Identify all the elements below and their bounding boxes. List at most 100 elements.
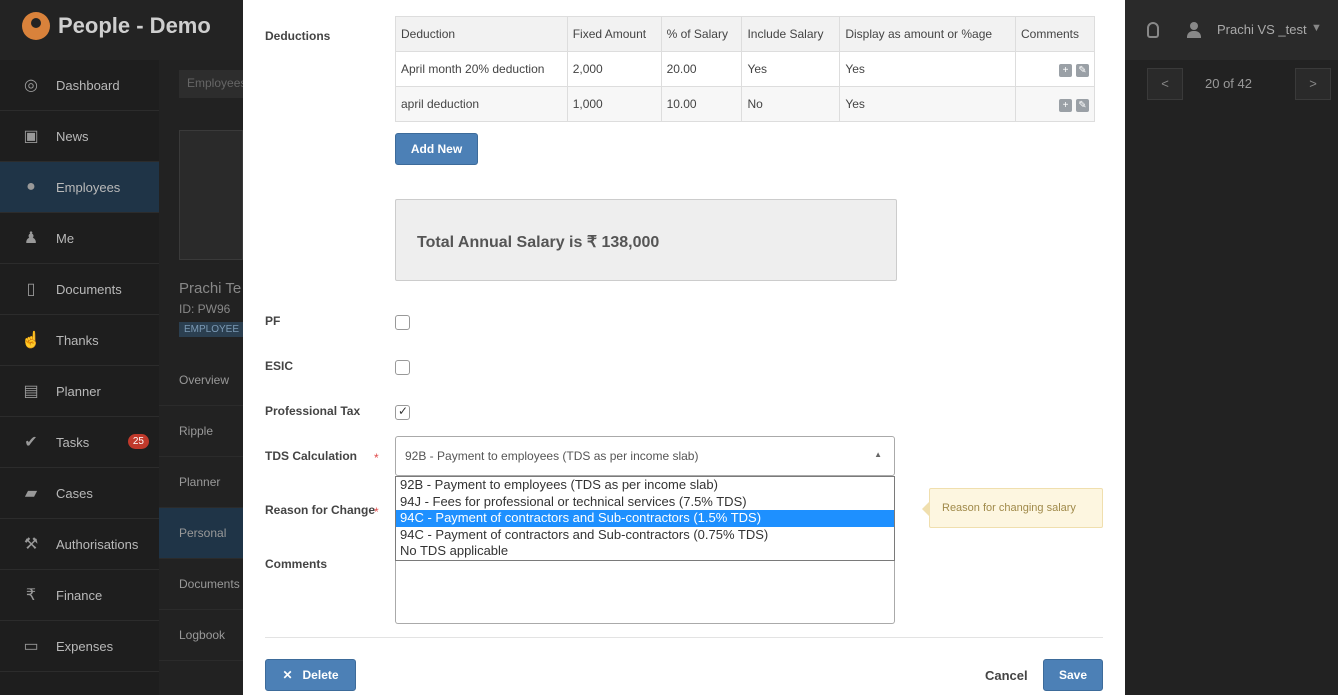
delete-button[interactable]: ✕ Delete: [265, 659, 356, 691]
table-cell: 20.00: [660, 51, 743, 87]
sidebar-item-expenses[interactable]: ▭ Expenses: [0, 621, 159, 672]
column-header: Deduction: [395, 16, 568, 52]
cancel-button[interactable]: Cancel: [985, 668, 1028, 683]
table-cell: 2,000: [566, 51, 662, 87]
app-logo[interactable]: People - Demo: [22, 12, 211, 40]
gavel-icon: ⚒: [23, 536, 39, 553]
required-marker: *: [374, 451, 379, 465]
professional-tax-label: Professional Tax: [265, 404, 361, 418]
lightbulb-icon[interactable]: [1147, 22, 1159, 38]
sidebar-item-label: Thanks: [56, 332, 99, 348]
check-icon: ✔: [24, 434, 38, 451]
profile-tab-documents[interactable]: Documents: [159, 559, 243, 610]
table-row: April month 20% deduction 2,000 20.00 Ye…: [395, 51, 1096, 87]
salary-modal: Deductions Deduction Fixed Amount % of S…: [243, 0, 1125, 695]
tds-calculation-label: TDS Calculation: [265, 449, 358, 463]
save-button[interactable]: Save: [1043, 659, 1103, 691]
sidebar-item-label: Tasks: [56, 434, 90, 450]
record-pager: < 20 of 42 >: [1125, 68, 1338, 100]
total-salary-text: Total Annual Salary is ₹ 138,000: [417, 234, 660, 251]
column-header: Include Salary: [741, 16, 841, 52]
comments-cell: + ✎: [1014, 51, 1096, 87]
column-header: Comments: [1014, 16, 1096, 52]
deductions-label: Deductions: [265, 29, 331, 43]
table-cell: Yes: [741, 51, 841, 87]
sidebar-item-news[interactable]: ▣ News: [0, 111, 159, 162]
reason-for-change-label: Reason for Change: [265, 503, 376, 517]
divider: [265, 637, 1103, 638]
tds-select[interactable]: 92B - Payment to employees (TDS as per i…: [395, 436, 895, 476]
user-name[interactable]: Prachi VS _test: [1217, 22, 1307, 37]
sidebar-item-me[interactable]: ♟ Me: [0, 213, 159, 264]
sidebar-item-label: Documents: [56, 281, 122, 297]
breadcrumb[interactable]: Employees: [179, 70, 243, 98]
column-header: Display as amount or %age: [839, 16, 1016, 52]
sidebar-item-label: Expenses: [56, 638, 114, 654]
close-icon: ✕: [282, 668, 293, 682]
sidebar-item-label: Dashboard: [56, 77, 120, 93]
sidebar-item-label: Me: [56, 230, 75, 246]
record-position: 20 of 42: [1205, 76, 1252, 91]
next-record-button[interactable]: >: [1295, 68, 1331, 100]
esic-checkbox[interactable]: [395, 360, 410, 375]
profile-tab-overview[interactable]: Overview: [159, 355, 243, 406]
reason-tooltip: Reason for changing salary: [922, 488, 1103, 528]
sidebar-item-label: Cases: [56, 485, 93, 501]
sidebar-item-label: Finance: [56, 587, 103, 603]
planner-icon: ▤: [23, 383, 39, 400]
comments-textarea[interactable]: [395, 561, 895, 624]
profile-tab-planner[interactable]: Planner: [159, 457, 243, 508]
pf-label: PF: [265, 314, 281, 328]
edit-icon[interactable]: ✎: [1076, 63, 1089, 77]
sidebar-item-cases[interactable]: ▰ Cases: [0, 468, 159, 519]
required-marker: *: [374, 505, 379, 519]
status-badge: EMPLOYEE: [179, 322, 243, 337]
app-title: People - Demo: [58, 13, 211, 38]
column-header: Fixed Amount: [566, 16, 662, 52]
sidebar-item-documents[interactable]: ▯ Documents: [0, 264, 159, 315]
sidebar-item-label: Employees: [56, 179, 121, 195]
add-comment-icon[interactable]: +: [1059, 63, 1072, 77]
user-area: Prachi VS _test ▼: [1125, 0, 1338, 60]
edit-icon[interactable]: ✎: [1076, 98, 1089, 112]
prev-record-button[interactable]: <: [1147, 68, 1183, 100]
sidebar-item-thanks[interactable]: ☝ Thanks: [0, 315, 159, 366]
people-logo-icon: [22, 12, 50, 40]
add-new-button[interactable]: Add New: [395, 133, 478, 165]
tds-option[interactable]: 92B - Payment to employees (TDS as per i…: [396, 477, 894, 494]
pf-checkbox[interactable]: [395, 315, 410, 330]
profile-tab-logbook[interactable]: Logbook: [159, 610, 243, 661]
table-cell: April month 20% deduction: [395, 51, 568, 87]
esic-label: ESIC: [265, 359, 294, 373]
add-comment-icon[interactable]: +: [1059, 98, 1072, 112]
delete-button-label: Delete: [302, 668, 339, 682]
chevron-down-icon[interactable]: ▼: [1311, 22, 1322, 34]
sidebar-item-planner[interactable]: ▤ Planner: [0, 366, 159, 417]
sidebar-item-dashboard[interactable]: ◎ Dashboard: [0, 60, 159, 111]
users-icon: ●: [26, 178, 36, 195]
avatar: [179, 130, 243, 260]
sidebar: ◎ Dashboard ▣ News ● Employees ♟ Me ▯ Documen…: [0, 60, 159, 695]
tds-option[interactable]: 94C - Payment of contractors and Sub-con…: [396, 527, 894, 544]
sidebar-item-authorisations[interactable]: ⚒ Authorisations: [0, 519, 159, 570]
employee-id: ID: PW96: [179, 302, 231, 316]
sidebar-item-finance[interactable]: ₹ Finance: [0, 570, 159, 621]
profile-tab-personal[interactable]: Personal: [159, 508, 243, 559]
sidebar-item-label: Authorisations: [56, 536, 139, 552]
table-cell: 10.00: [660, 86, 743, 122]
briefcase-icon: ▰: [24, 485, 38, 502]
tds-option-highlighted[interactable]: 94C - Payment of contractors and Sub-con…: [396, 510, 894, 527]
wallet-icon: ▭: [23, 638, 39, 655]
comments-cell: + ✎: [1014, 86, 1096, 122]
professional-tax-checkbox[interactable]: [395, 404, 410, 420]
sidebar-item-tasks[interactable]: ✔ Tasks 25: [0, 417, 159, 468]
dashboard-icon: ◎: [24, 77, 38, 94]
tds-option[interactable]: No TDS applicable: [396, 543, 894, 560]
sidebar-item-employees[interactable]: ● Employees: [0, 162, 159, 213]
profile-tab-ripple[interactable]: Ripple: [159, 406, 243, 457]
total-salary-box: Total Annual Salary is ₹ 138,000: [395, 199, 897, 281]
tds-option[interactable]: 94J - Fees for professional or technical…: [396, 494, 894, 511]
rupee-icon: ₹: [25, 587, 37, 604]
document-icon: ▯: [26, 281, 36, 298]
caret-up-icon: ▲: [874, 450, 882, 459]
